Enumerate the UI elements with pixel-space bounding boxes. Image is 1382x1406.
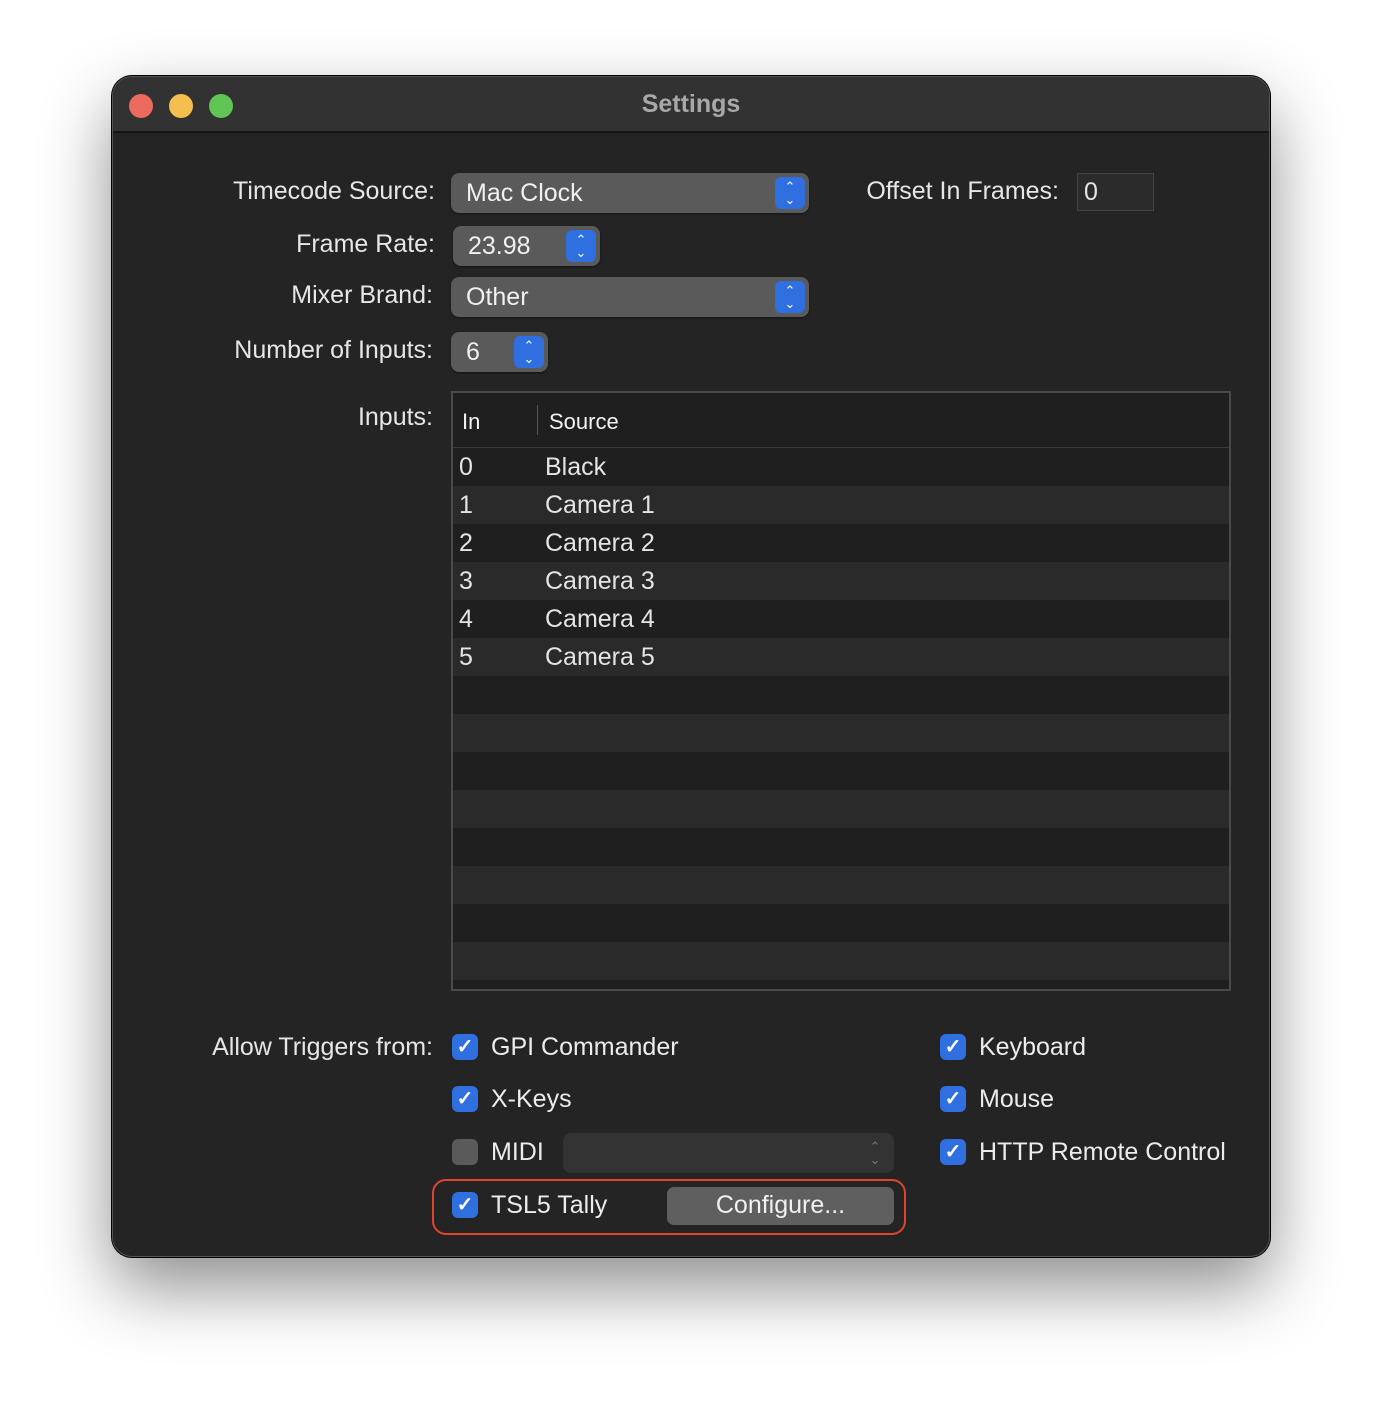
table-row[interactable]: 2 Camera 2	[453, 524, 1229, 562]
number-of-inputs-popup[interactable]: 6 ⌃ ⌄	[451, 332, 548, 372]
cell-source: Camera 2	[545, 529, 655, 557]
table-row[interactable]	[453, 676, 1229, 714]
column-header-in[interactable]: In	[462, 409, 480, 435]
table-row[interactable]	[453, 790, 1229, 828]
table-row[interactable]: 5 Camera 5	[453, 638, 1229, 676]
tsl5-tally-checkbox[interactable]: ✓	[452, 1192, 478, 1218]
offset-in-frames-input[interactable]: 0	[1077, 173, 1154, 211]
mixer-brand-popup[interactable]: Other ⌃ ⌄	[451, 277, 809, 317]
midi-checkbox[interactable]	[452, 1139, 478, 1165]
x-keys-checkbox[interactable]: ✓	[452, 1086, 478, 1112]
stepper-arrows-icon: ⌃ ⌄	[775, 281, 805, 313]
table-header: In Source	[453, 393, 1229, 448]
column-header-source[interactable]: Source	[549, 409, 619, 435]
table-row[interactable]: 4 Camera 4	[453, 600, 1229, 638]
configure-button[interactable]: Configure...	[667, 1187, 894, 1225]
table-row[interactable]: 3 Camera 3	[453, 562, 1229, 600]
table-row[interactable]	[453, 904, 1229, 942]
cell-source: Camera 5	[545, 643, 655, 671]
cell-source: Camera 4	[545, 605, 655, 633]
inputs-table[interactable]: In Source 0 Black 1 Camera 1 2 Camera 2 3 Camer…	[451, 391, 1231, 991]
cell-source: Camera 1	[545, 491, 655, 519]
x-keys-label: X-Keys	[491, 1085, 572, 1113]
keyboard-checkbox[interactable]: ✓	[940, 1034, 966, 1060]
midi-device-popup[interactable]: ⌃ ⌄	[563, 1133, 894, 1173]
http-remote-control-checkbox[interactable]: ✓	[940, 1139, 966, 1165]
table-row[interactable]	[453, 866, 1229, 904]
mixer-brand-label: Mixer Brand:	[291, 281, 433, 309]
cell-source: Camera 3	[545, 567, 655, 595]
timecode-source-label: Timecode Source:	[233, 177, 435, 205]
table-row[interactable]	[453, 752, 1229, 790]
stepper-arrows-icon: ⌃ ⌄	[514, 336, 544, 368]
cell-in: 1	[459, 491, 473, 519]
frame-rate-value: 23.98	[468, 232, 531, 260]
allow-triggers-label: Allow Triggers from:	[212, 1033, 433, 1061]
cell-source: Black	[545, 453, 607, 481]
mouse-label: Mouse	[979, 1085, 1055, 1113]
frame-rate-popup[interactable]: 23.98 ⌃ ⌄	[453, 226, 600, 266]
table-row[interactable]: 1 Camera 1	[453, 486, 1229, 524]
table-row[interactable]	[453, 714, 1229, 752]
tsl5-tally-label: TSL5 Tally	[491, 1191, 608, 1219]
table-row[interactable]	[453, 828, 1229, 866]
offset-label: Offset In Frames:	[866, 177, 1059, 205]
number-of-inputs-value: 6	[466, 338, 480, 366]
http-remote-control-label: HTTP Remote Control	[979, 1138, 1226, 1166]
gpi-commander-label: GPI Commander	[491, 1033, 679, 1061]
cell-in: 0	[459, 453, 473, 481]
keyboard-label: Keyboard	[979, 1033, 1087, 1061]
title-bar: Settings	[113, 77, 1269, 133]
window-title: Settings	[641, 90, 741, 118]
cell-in: 2	[459, 529, 473, 557]
timecode-source-value: Mac Clock	[466, 179, 583, 207]
stepper-arrows-icon: ⌃ ⌄	[869, 1139, 881, 1167]
mixer-brand-value: Other	[466, 283, 529, 311]
frame-rate-label: Frame Rate:	[296, 230, 435, 258]
number-of-inputs-label: Number of Inputs:	[234, 336, 433, 364]
cell-in: 5	[459, 643, 473, 671]
cell-in: 4	[459, 605, 473, 633]
settings-window: Settings Timecode Source: Mac Clock ⌃ ⌄ Of…	[112, 76, 1270, 1257]
stepper-arrows-icon: ⌃ ⌄	[566, 230, 596, 262]
cell-in: 3	[459, 567, 473, 595]
gpi-commander-checkbox[interactable]: ✓	[452, 1034, 478, 1060]
table-row[interactable]	[453, 942, 1229, 980]
midi-label: MIDI	[491, 1138, 544, 1166]
inputs-label: Inputs:	[357, 403, 433, 431]
mouse-checkbox[interactable]: ✓	[940, 1086, 966, 1112]
table-row[interactable]: 0 Black	[453, 448, 1229, 486]
